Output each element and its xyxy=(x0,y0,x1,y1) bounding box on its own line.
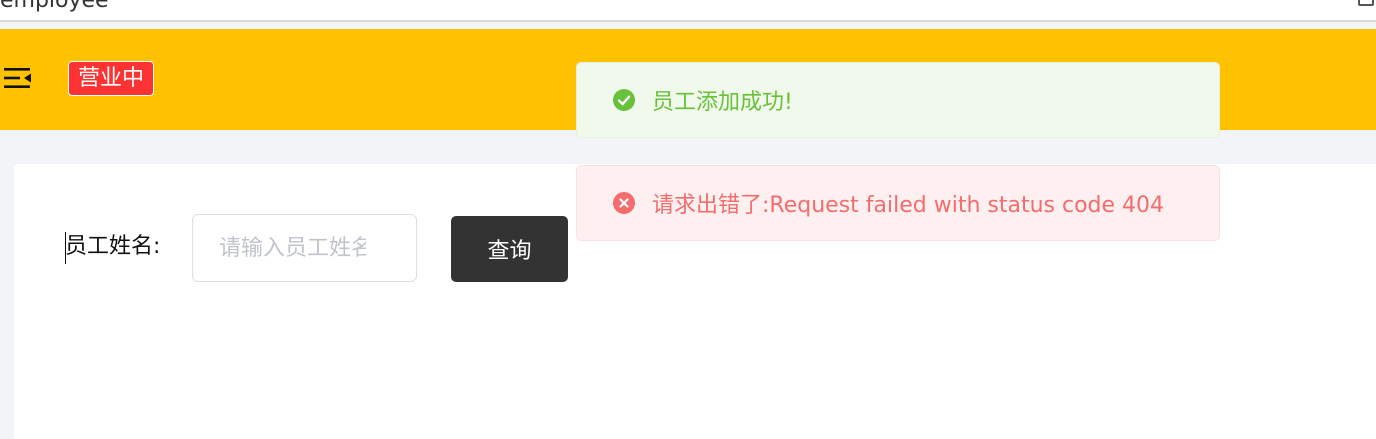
query-button[interactable]: 查询 xyxy=(451,216,568,282)
menu-fold-icon[interactable] xyxy=(4,66,32,90)
employee-name-input[interactable] xyxy=(192,214,417,282)
browser-title-bar: employee xyxy=(0,0,1376,22)
browser-tab-title[interactable]: employee xyxy=(0,0,109,13)
status-badge: 营业中 xyxy=(68,61,155,96)
error-toast: 请求出错了:Request failed with status code 40… xyxy=(576,165,1220,241)
close-circle-icon xyxy=(613,192,635,214)
error-toast-message: 请求出错了:Request failed with status code 40… xyxy=(652,193,1165,218)
window-restore-icon[interactable] xyxy=(1358,0,1374,6)
success-toast: 员工添加成功! xyxy=(576,62,1220,138)
success-toast-message: 员工添加成功! xyxy=(652,90,793,115)
employee-name-label: 员工姓名: xyxy=(65,234,161,259)
check-circle-icon xyxy=(613,89,635,111)
